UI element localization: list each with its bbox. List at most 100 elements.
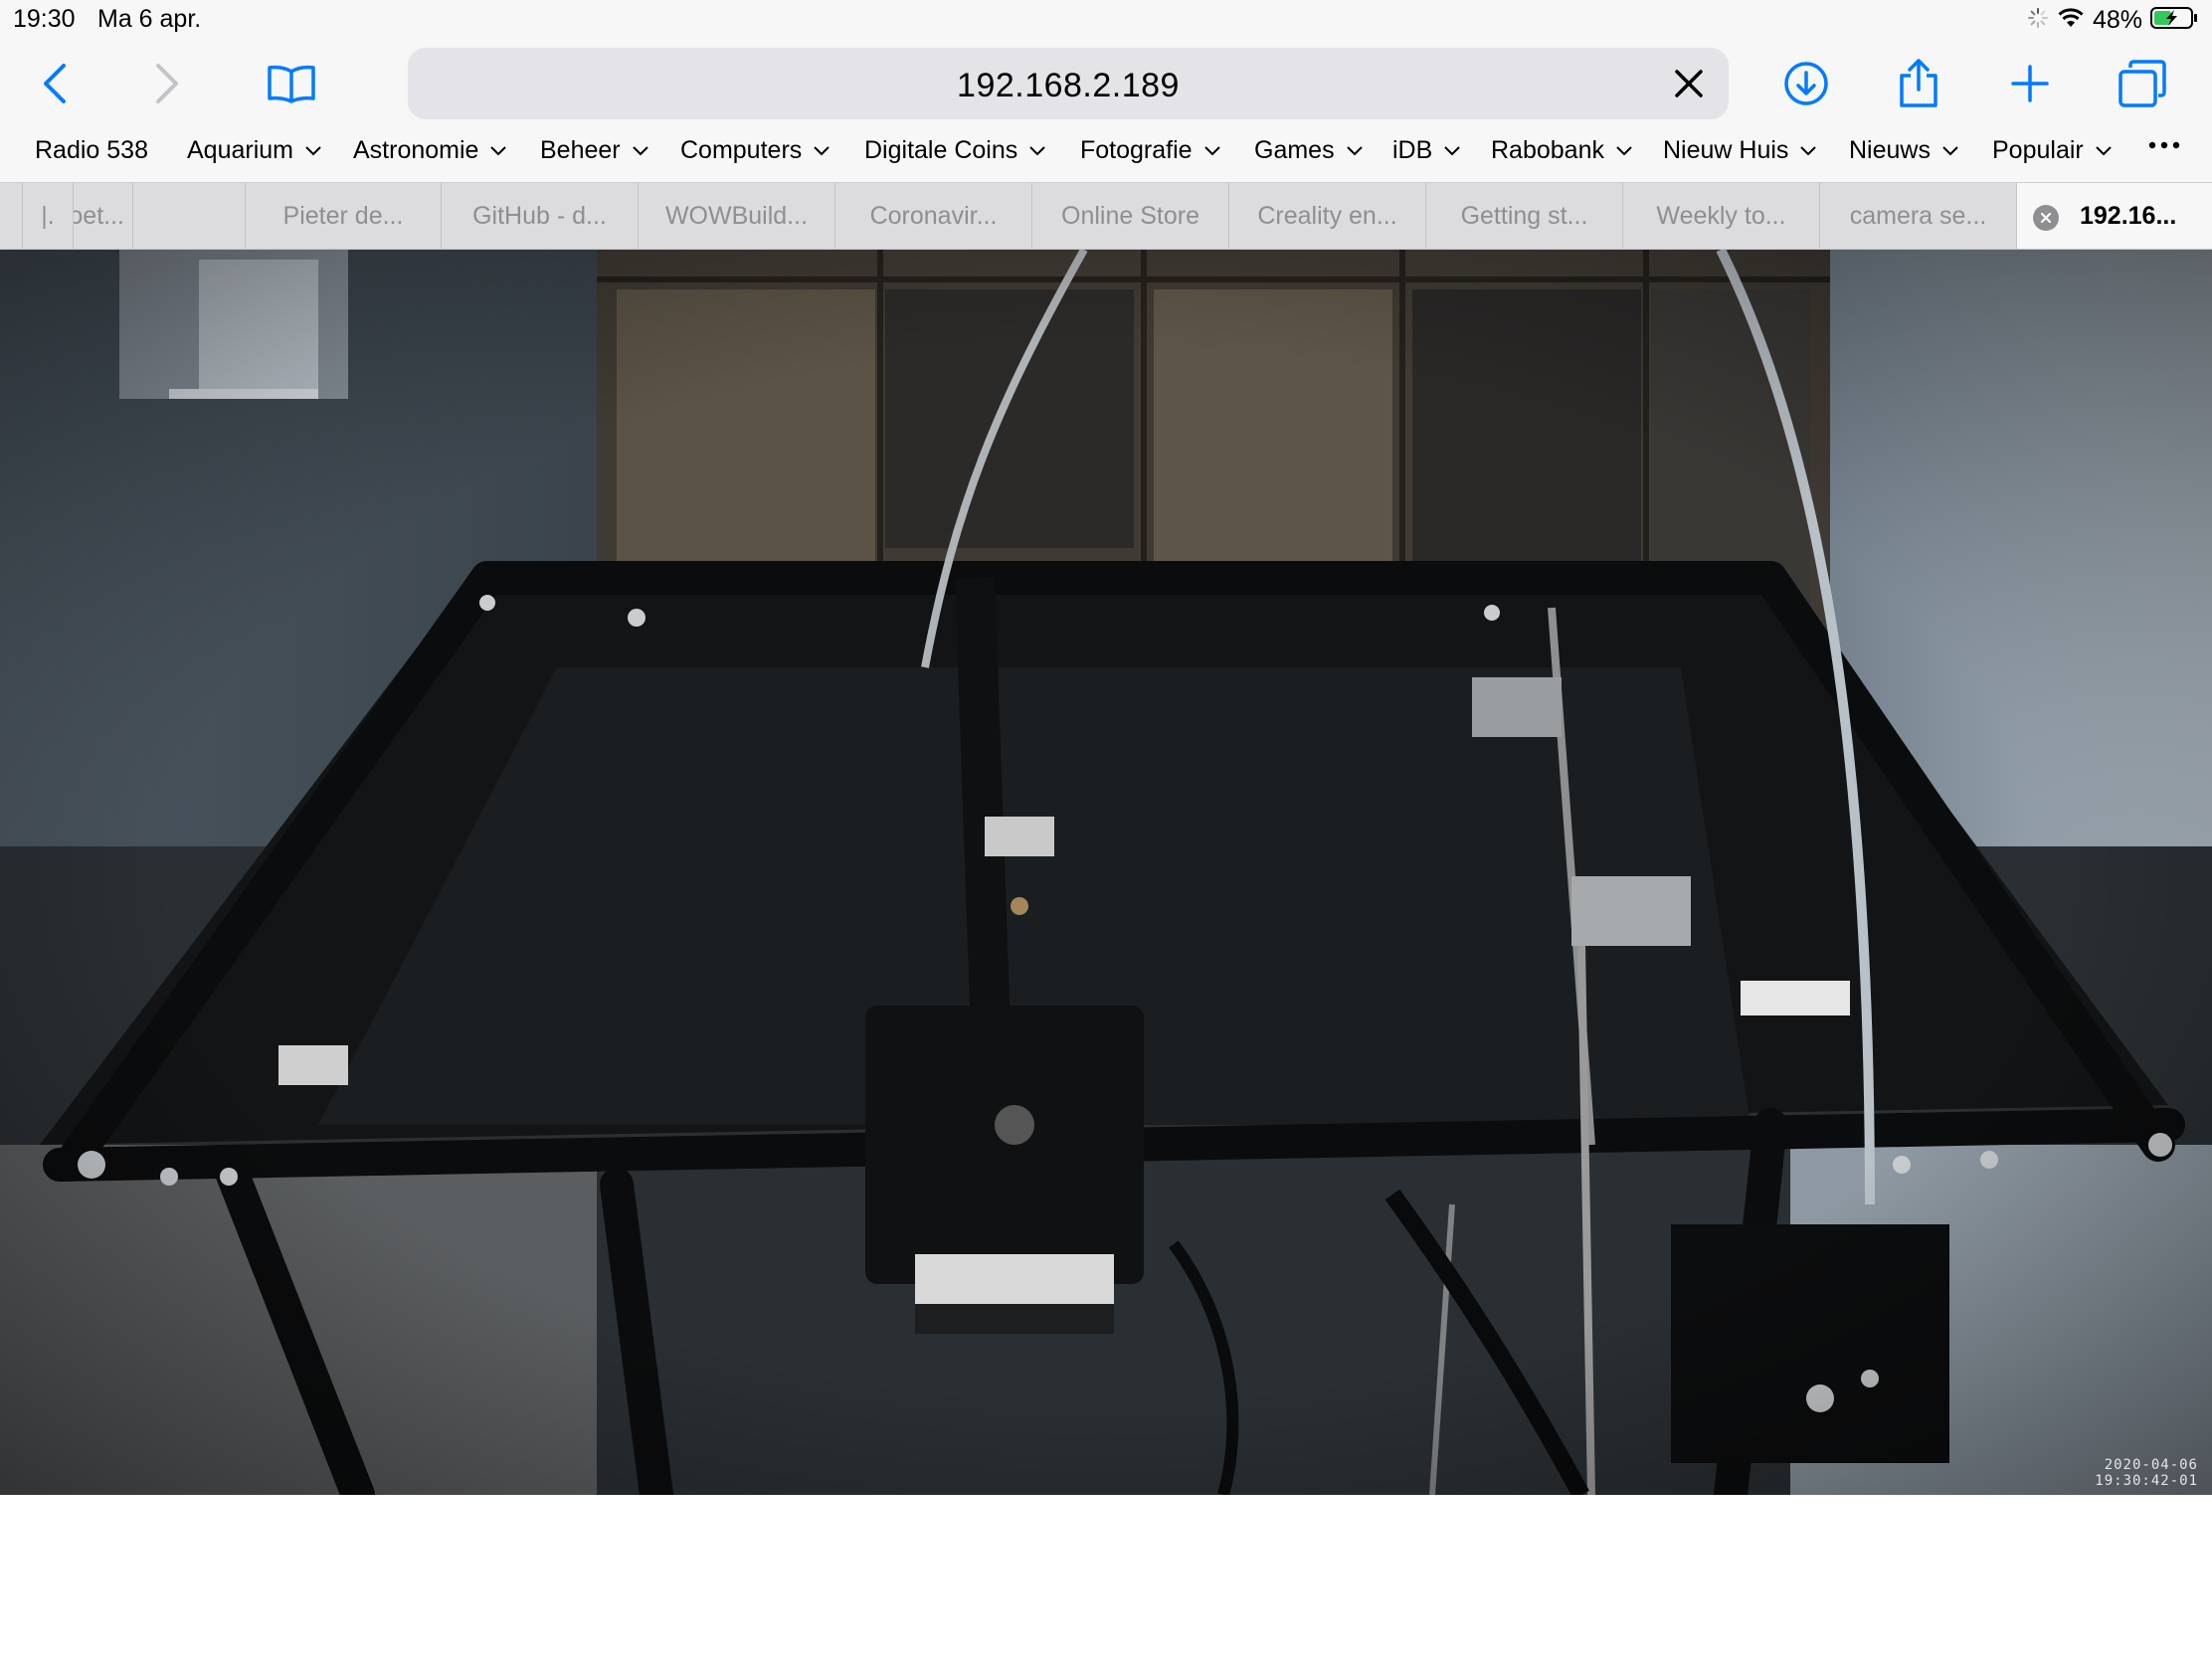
- tab-title: camera se...: [1849, 201, 1987, 230]
- bookmark-folder-beheer[interactable]: Beheer: [540, 136, 649, 165]
- bookmarks-button[interactable]: [264, 56, 319, 111]
- chevron-down-icon: [1942, 145, 1958, 155]
- tab-item[interactable]: Coronavir...: [834, 183, 1031, 249]
- tab-title: |.: [41, 201, 55, 230]
- bookmark-label: Populair: [1992, 136, 2084, 164]
- tab-item[interactable]: Creality en...: [1228, 183, 1425, 249]
- chevron-down-icon: [1444, 145, 1461, 155]
- bookmark-label: Beheer: [540, 136, 621, 164]
- chevron-down-icon: [490, 145, 507, 155]
- tab-title: Weekly to...: [1656, 201, 1786, 230]
- tab-title: GitHub - d...: [472, 201, 607, 230]
- camera-timestamp: 2020-04-06 19:30:42-01: [2095, 1457, 2198, 1489]
- browser-toolbar: 192.168.2.189: [0, 40, 2212, 127]
- chevron-down-icon: [1203, 145, 1220, 155]
- tab-item[interactable]: Getting st...: [1425, 183, 1622, 249]
- status-time: 19:30: [13, 5, 76, 33]
- forward-button[interactable]: [139, 56, 195, 111]
- bookmark-label: Digitale Coins: [864, 136, 1018, 164]
- tab-title: Getting st...: [1460, 201, 1588, 230]
- chevron-down-icon: [1616, 145, 1632, 155]
- tab-item[interactable]: Pieter de...: [245, 183, 441, 249]
- camera-timestamp-date: 2020-04-06: [2104, 1457, 2198, 1473]
- bookmark-folder-games[interactable]: Games: [1254, 136, 1364, 165]
- tab-item[interactable]: voet...: [73, 183, 132, 249]
- chevron-down-icon: [1346, 145, 1363, 155]
- bookmark-label: Rabobank: [1491, 136, 1604, 164]
- chevron-down-icon: [305, 145, 321, 155]
- chevron-down-icon: [632, 145, 648, 155]
- bookmark-label: Radio 538: [35, 136, 148, 164]
- back-button[interactable]: [27, 56, 83, 111]
- tabs-overview-icon: [2119, 60, 2166, 107]
- chevron-down-icon: [1800, 145, 1817, 155]
- status-bar: 19:30 Ma 6 apr. 48%: [0, 0, 2212, 40]
- bookmark-folder-nieuw-huis[interactable]: Nieuw Huis: [1663, 136, 1817, 165]
- tab-title: 192.16...: [2080, 201, 2177, 230]
- tab-item[interactable]: Weekly to...: [1622, 183, 1819, 249]
- bookmark-folder-fotografie[interactable]: Fotografie: [1080, 136, 1221, 165]
- page-empty-area: [0, 1495, 2212, 1659]
- bookmark-label: Games: [1254, 136, 1335, 164]
- bookmark-label: Nieuw Huis: [1663, 136, 1789, 164]
- tab-item[interactable]: camera se...: [1819, 183, 2016, 249]
- bookmark-folder-aquarium[interactable]: Aquarium: [187, 136, 322, 165]
- status-indicators: 48%: [2027, 4, 2198, 36]
- bookmark-label: Fotografie: [1080, 136, 1193, 164]
- share-icon: [1900, 59, 1937, 107]
- more-bookmarks-button[interactable]: [2148, 141, 2180, 149]
- tab-title: WOWBuild...: [664, 201, 809, 230]
- bookmark-folder-computers[interactable]: Computers: [680, 136, 830, 165]
- bookmark-folder-rabobank[interactable]: Rabobank: [1491, 136, 1633, 165]
- bookmark-folder-idb[interactable]: iDB: [1392, 136, 1461, 165]
- downloads-button[interactable]: [1778, 56, 1834, 111]
- bookmark-radio-538[interactable]: Radio 538: [35, 136, 148, 165]
- address-bar[interactable]: 192.168.2.189: [408, 48, 1729, 119]
- share-button[interactable]: [1891, 56, 1946, 111]
- activity-spinner-icon: [2027, 7, 2049, 34]
- bookmarks-book-icon: [268, 65, 315, 103]
- chevron-down-icon: [2096, 145, 2112, 155]
- more-ellipsis-icon: [2148, 141, 2180, 149]
- chevron-down-icon: [814, 145, 830, 155]
- tab-title: Creality en...: [1257, 201, 1397, 230]
- bookmark-label: Astronomie: [353, 136, 479, 164]
- close-tab-button[interactable]: [2033, 205, 2059, 231]
- camera-timestamp-time: 19:30:42-01: [2095, 1473, 2198, 1489]
- tab-title: Online Store: [1061, 201, 1199, 230]
- tab-item[interactable]: GitHub - d...: [441, 183, 638, 249]
- bookmark-folder-nieuws[interactable]: Nieuws: [1849, 136, 1959, 165]
- bookmark-folder-astronomie[interactable]: Astronomie: [353, 136, 507, 165]
- close-icon: [2040, 212, 2052, 224]
- tab-bar: |. voet... Pieter de... GitHub - d... WO…: [0, 182, 2212, 250]
- bookmark-folder-populair[interactable]: Populair: [1992, 136, 2113, 165]
- close-icon: [1675, 70, 1703, 97]
- tab-title: voet...: [74, 201, 124, 230]
- back-icon: [44, 64, 66, 103]
- bookmark-label: Computers: [680, 136, 803, 164]
- tab-item[interactable]: WOWBuild...: [638, 183, 834, 249]
- bookmarks-bar: Radio 538 Aquarium Astronomie Beheer Com…: [0, 127, 2212, 182]
- wifi-icon: [2057, 7, 2085, 34]
- status-date: Ma 6 apr.: [97, 5, 202, 33]
- 3d-printer-camera-view: [0, 250, 2212, 1495]
- tab-title: Coronavir...: [869, 201, 998, 230]
- clear-url-button[interactable]: [1669, 64, 1709, 103]
- new-tab-plus-icon: [2011, 65, 2049, 102]
- tabs-overview-button[interactable]: [2115, 56, 2170, 111]
- tab-item-active[interactable]: 192.16...: [2016, 183, 2212, 249]
- new-tab-button[interactable]: [2002, 56, 2058, 111]
- tab-title: Pieter de...: [282, 201, 404, 230]
- url-text[interactable]: 192.168.2.189: [408, 67, 1729, 105]
- tab-item[interactable]: [132, 183, 245, 249]
- camera-stream-image: 2020-04-06 19:30:42-01: [0, 250, 2212, 1495]
- download-icon: [1784, 62, 1828, 105]
- chevron-down-icon: [1029, 145, 1045, 155]
- tab-item[interactable]: Online Store: [1031, 183, 1228, 249]
- bookmark-label: iDB: [1392, 136, 1433, 164]
- battery-percentage: 48%: [2092, 5, 2142, 34]
- bookmark-folder-digitale-coins[interactable]: Digitale Coins: [864, 136, 1046, 165]
- battery-charging-icon: [2150, 6, 2198, 35]
- tab-item[interactable]: |.: [22, 183, 73, 249]
- bookmark-label: Aquarium: [187, 136, 293, 164]
